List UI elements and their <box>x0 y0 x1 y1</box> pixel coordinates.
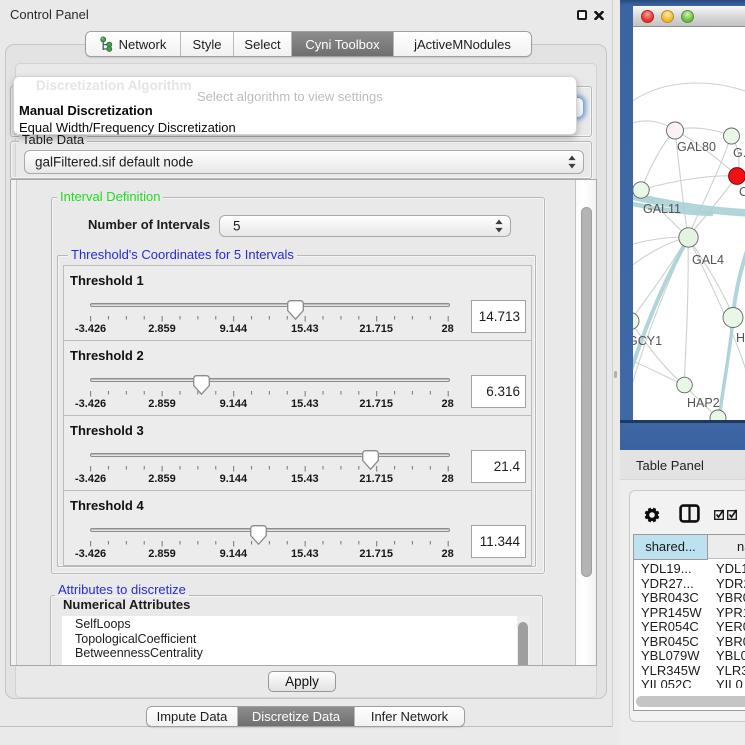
svg-text:C: C <box>739 185 745 199</box>
svg-text:GAL80: GAL80 <box>677 140 716 154</box>
svg-text:HAP2: HAP2 <box>687 396 720 410</box>
svg-text:GAL4: GAL4 <box>692 253 724 267</box>
svg-text:H: H <box>736 331 745 345</box>
svg-text:GCY1: GCY1 <box>633 334 662 348</box>
svg-text:G.: G. <box>733 146 745 160</box>
svg-text:GAL11: GAL11 <box>643 202 681 216</box>
